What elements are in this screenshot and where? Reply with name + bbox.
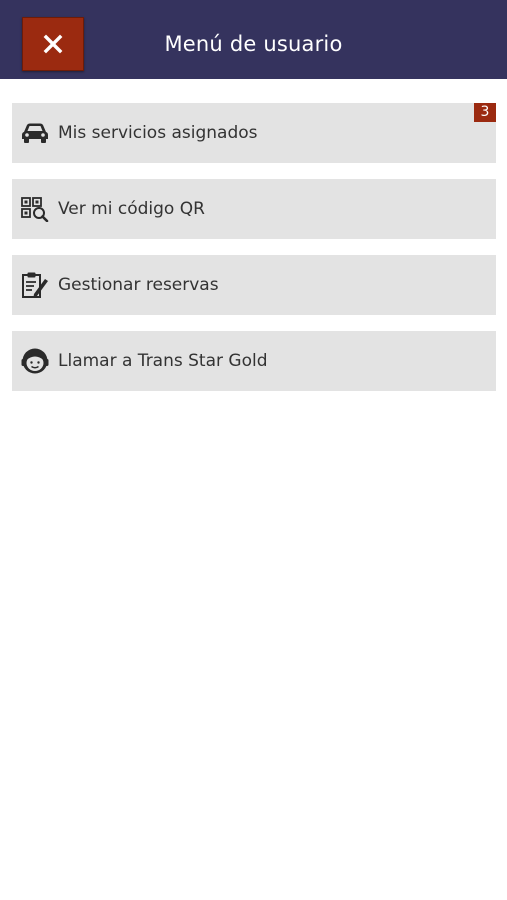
menu-item-label: Mis servicios asignados (58, 123, 258, 143)
clipboard-edit-icon (12, 255, 58, 315)
app-header: Menú de usuario (0, 0, 507, 79)
menu-item-label: Gestionar reservas (58, 275, 219, 295)
qr-search-icon (12, 179, 58, 239)
notification-badge: 3 (474, 103, 496, 122)
menu-item-label: Llamar a Trans Star Gold (58, 351, 268, 371)
user-menu: Mis servicios asignados 3 Ver mi código … (12, 103, 496, 407)
menu-item-manage-reservations[interactable]: Gestionar reservas (12, 255, 496, 315)
menu-item-label: Ver mi código QR (58, 199, 205, 219)
support-agent-icon (12, 331, 58, 391)
page-title: Menú de usuario (164, 32, 343, 56)
menu-item-assigned-services[interactable]: Mis servicios asignados 3 (12, 103, 496, 163)
menu-item-qr-code[interactable]: Ver mi código QR (12, 179, 496, 239)
menu-item-call-company[interactable]: Llamar a Trans Star Gold (12, 331, 496, 391)
car-icon (12, 103, 58, 163)
